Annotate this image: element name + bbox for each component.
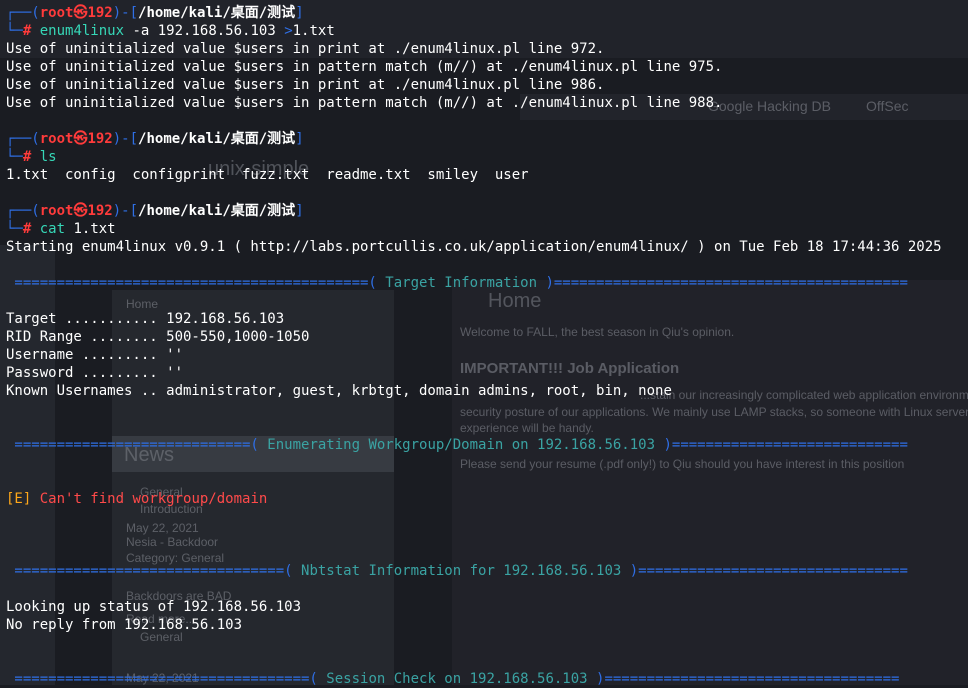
prompt-line: ┌──(root㉿192)-[/home/kali/桌面/测试] <box>6 5 304 21</box>
section-header-target-info: ========================================… <box>6 275 908 291</box>
prompt-line: ┌──(root㉿192)-[/home/kali/桌面/测试] <box>6 203 304 219</box>
target-info-line: Target ........... 192.168.56.103 <box>6 311 285 327</box>
terminal-output[interactable]: ┌──(root㉿192)-[/home/kali/桌面/测试] └─# enu… <box>6 4 968 688</box>
target-info-line: Username ......... '' <box>6 347 184 363</box>
section-header-workgroup: ============================( Enumeratin… <box>6 437 908 453</box>
prompt-line: ┌──(root㉿192)-[/home/kali/桌面/测试] <box>6 131 304 147</box>
error-line: [E] Can't find workgroup/domain <box>6 491 268 507</box>
command-line: └─# ls <box>6 149 57 165</box>
output-line: Use of uninitialized value $users in pat… <box>6 95 723 111</box>
command-line: └─# cat 1.txt <box>6 221 116 237</box>
target-info-line: RID Range ........ 500-550,1000-1050 <box>6 329 310 345</box>
target-info-line: Password ......... '' <box>6 365 184 381</box>
starting-line: Starting enum4linux v0.9.1 ( http://labs… <box>6 239 942 255</box>
output-line: Use of uninitialized value $users in pat… <box>6 59 723 75</box>
nbtstat-line: Looking up status of 192.168.56.103 <box>6 599 302 615</box>
section-header-session-check: ===================================( Ses… <box>6 671 900 687</box>
command-line: └─# enum4linux -a 192.168.56.103 >1.txt <box>6 23 335 39</box>
section-header-nbtstat: ================================( Nbtsta… <box>6 563 908 579</box>
target-info-line: Known Usernames .. administrator, guest,… <box>6 383 672 399</box>
nbtstat-line: No reply from 192.168.56.103 <box>6 617 243 633</box>
ls-output: 1.txt config configprint fuzz.txt readme… <box>6 167 529 183</box>
output-line: Use of uninitialized value $users in pri… <box>6 77 605 93</box>
output-line: Use of uninitialized value $users in pri… <box>6 41 605 57</box>
